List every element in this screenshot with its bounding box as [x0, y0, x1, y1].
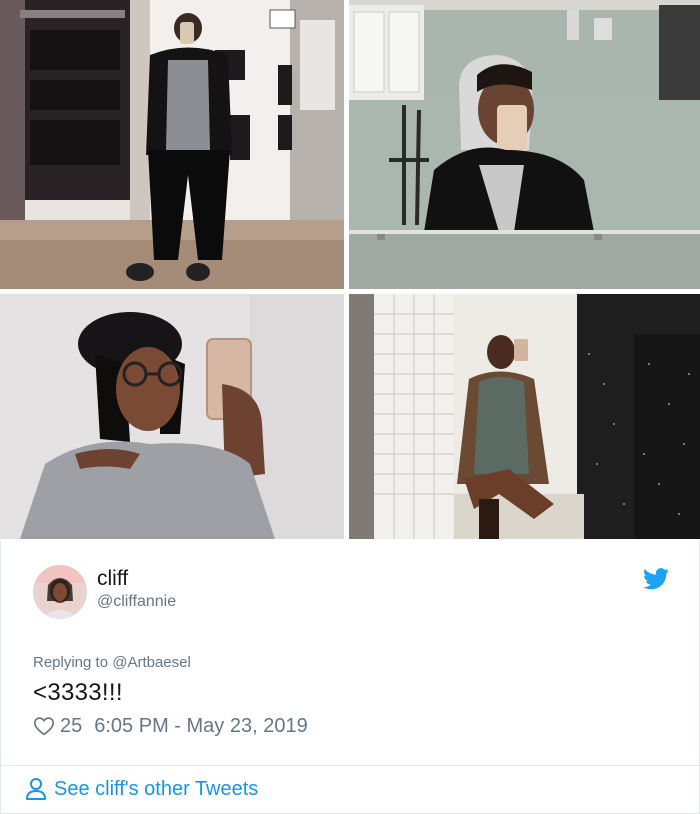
reply-context: Replying to @Artbaesel	[33, 654, 191, 671]
avatar[interactable]	[33, 565, 87, 619]
photo-mirror-selfie-store[interactable]	[0, 0, 344, 289]
photo-restroom-stall-selfie[interactable]	[349, 294, 700, 539]
display-name[interactable]: cliff	[97, 567, 128, 591]
reply-to-link[interactable]: @Artbaesel	[112, 654, 191, 671]
photo-grid	[0, 0, 700, 540]
photo-selfie-beret-sweater[interactable]	[0, 294, 344, 539]
like-count[interactable]: 25	[60, 715, 82, 738]
see-other-tweets-link[interactable]: See cliff's other Tweets	[25, 774, 258, 804]
twitter-bird-icon[interactable]	[643, 568, 669, 590]
tweet-meta: 25 6:05 PM - May 23, 2019	[33, 713, 308, 739]
tweet-timestamp[interactable]: 6:05 PM - May 23, 2019	[94, 715, 307, 738]
tweet-text: <3333!!!	[33, 679, 123, 706]
see-other-tweets-label[interactable]: See cliff's other Tweets	[54, 778, 258, 801]
heart-outline-icon[interactable]	[33, 715, 55, 737]
user-handle[interactable]: @cliffannie	[97, 593, 176, 611]
photo-mirror-selfie-restroom-hoodie[interactable]	[349, 0, 700, 289]
person-outline-icon	[26, 778, 46, 800]
divider	[1, 765, 699, 766]
reply-prefix: Replying to	[33, 654, 113, 671]
tweet-card: cliff @cliffannie Replying to @Artbaesel…	[0, 540, 700, 814]
